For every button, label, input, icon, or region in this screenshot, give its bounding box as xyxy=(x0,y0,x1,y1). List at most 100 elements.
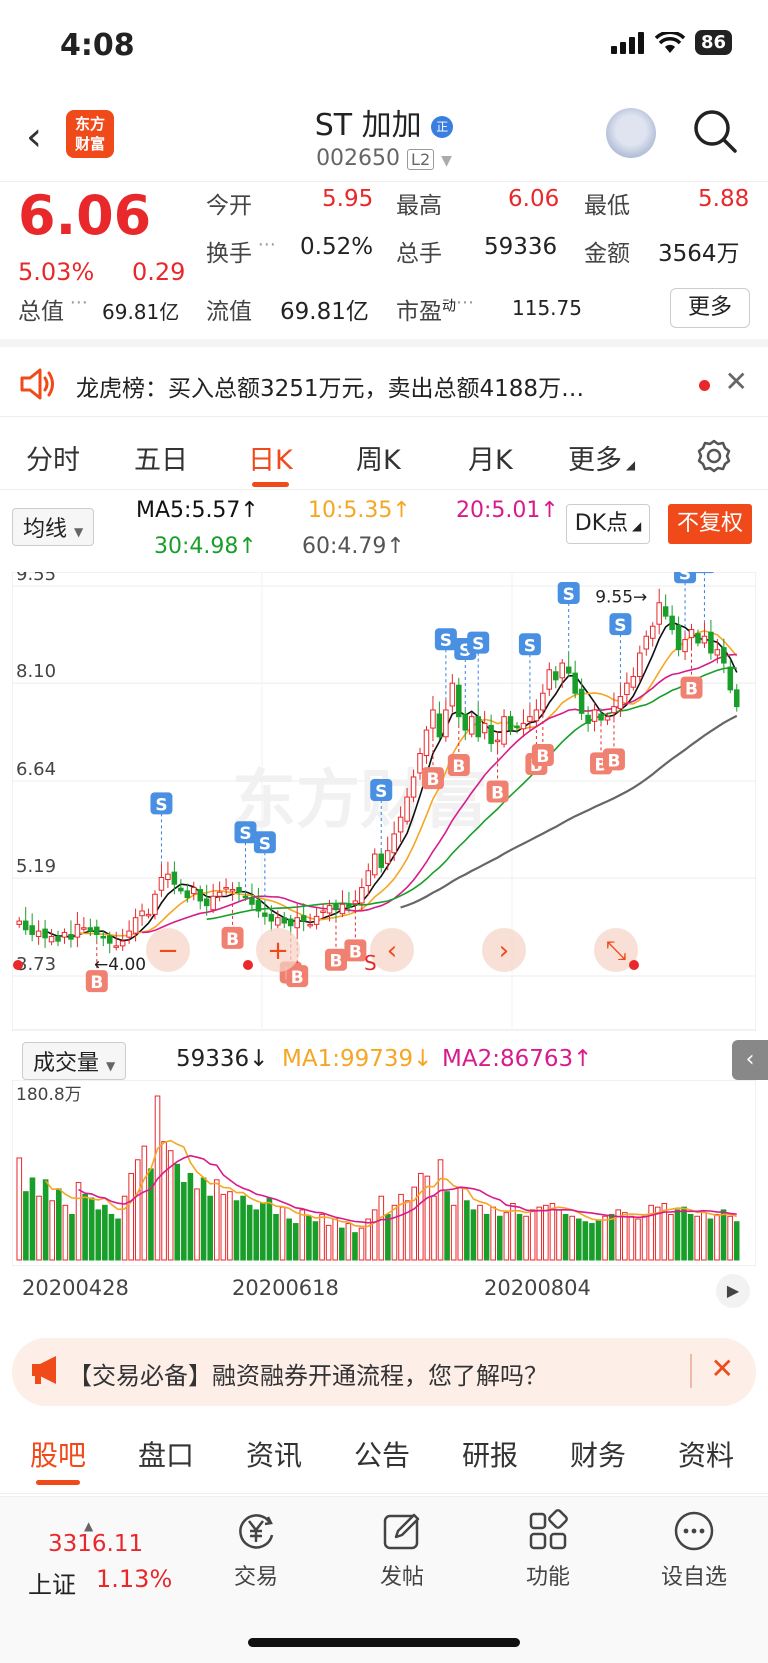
volume-bar xyxy=(714,1213,720,1261)
candle-body xyxy=(48,935,55,943)
candle-body xyxy=(203,898,210,907)
assistant-avatar-icon[interactable] xyxy=(606,108,656,158)
candle-body xyxy=(675,625,682,651)
dk-points-button[interactable]: DK点 ◢ xyxy=(566,504,650,544)
signal-B-label: B xyxy=(90,973,103,993)
candle-body xyxy=(617,696,624,710)
tab-finance[interactable]: 财务 xyxy=(570,1434,626,1474)
signal-B-label: B xyxy=(349,942,362,962)
tab-guba[interactable]: 股吧 xyxy=(30,1434,86,1485)
candle-body xyxy=(171,871,178,885)
pe-label[interactable]: 市盈动⋯ xyxy=(396,292,474,326)
adjustment-button[interactable]: 不复权 xyxy=(668,504,752,544)
turnover-label[interactable]: 换手 ⋯ xyxy=(206,234,276,268)
tab-news[interactable]: 资讯 xyxy=(246,1434,302,1474)
volume-bar xyxy=(213,1179,220,1261)
volume-bar xyxy=(444,1191,450,1261)
tab-fenshi[interactable]: 分时 xyxy=(26,438,80,477)
candle-body xyxy=(404,796,410,822)
add-watchlist-button[interactable]: 设自选 xyxy=(646,1507,742,1591)
candle-body xyxy=(287,918,294,927)
collapse-panel-icon[interactable]: ‹ xyxy=(732,1040,768,1080)
volume-ma1: MA1:99739↓ xyxy=(282,1046,433,1072)
candle-body xyxy=(649,625,656,639)
float-value: 69.81亿 xyxy=(280,299,369,325)
volume-bar xyxy=(253,1209,260,1261)
volume-bar xyxy=(29,1177,36,1261)
candle-body xyxy=(223,887,229,890)
candle-body xyxy=(372,853,378,876)
candle-body xyxy=(553,671,559,681)
tab-weekly-k[interactable]: 周K xyxy=(356,438,401,477)
volume-bar xyxy=(128,1172,134,1261)
volume-bar xyxy=(23,1191,29,1261)
tab-pankou[interactable]: 盘口 xyxy=(138,1434,194,1474)
indicator-select[interactable]: 均线 ▼ xyxy=(12,508,95,546)
search-icon[interactable] xyxy=(690,106,740,156)
trade-button[interactable]: 交易 xyxy=(208,1507,304,1591)
promo-banner[interactable]: 【交易必备】融资融券开通流程，您了解吗？ ✕ xyxy=(12,1338,756,1406)
candle-body xyxy=(242,895,249,899)
volume-bar xyxy=(641,1215,648,1261)
stock-code[interactable]: 002650 L2 ▼ xyxy=(0,146,768,171)
tab-monthly-k[interactable]: 月K xyxy=(468,438,513,477)
next-icon-glyph: › xyxy=(499,936,509,966)
index-name: 上证 xyxy=(28,1571,76,1599)
candle-body xyxy=(391,833,397,854)
gear-icon[interactable] xyxy=(696,438,732,474)
tab-wuri[interactable]: 五日 xyxy=(134,438,188,477)
volume-bar xyxy=(352,1232,358,1261)
level2-badge: L2 xyxy=(407,149,435,170)
more-quote-button[interactable]: 更多 xyxy=(670,288,750,328)
tab-daily-k[interactable]: 日K xyxy=(248,438,293,487)
volume-indicator-select[interactable]: 成交量 ▼ xyxy=(22,1042,127,1080)
candle-body xyxy=(145,913,152,917)
candle-body xyxy=(462,714,469,731)
volume-bar xyxy=(16,1157,23,1261)
candle-body xyxy=(572,672,578,694)
tab-more[interactable]: 更多 ◢ xyxy=(568,438,635,477)
close-icon[interactable]: ✕ xyxy=(725,365,748,398)
y-tick-label: 8.10 xyxy=(16,661,56,682)
volume-bar xyxy=(694,1215,701,1261)
volume-bar xyxy=(404,1200,411,1261)
volume-bar xyxy=(457,1186,464,1261)
volume-bar xyxy=(635,1218,641,1261)
features-button[interactable]: 功能 xyxy=(500,1507,596,1591)
close-icon[interactable]: ✕ xyxy=(711,1352,734,1385)
volume-bar xyxy=(628,1215,635,1261)
volume-bar xyxy=(88,1197,95,1261)
candle-body xyxy=(184,890,191,899)
candle-body xyxy=(507,716,514,731)
tab-profile[interactable]: 资料 xyxy=(678,1434,734,1474)
volume-bar xyxy=(391,1204,398,1261)
dragon-tiger-notice[interactable]: 龙虎榜：买入总额3251万元，卖出总额4188万… ✕ xyxy=(0,355,768,417)
kline-chart[interactable]: 9.558.106.645.193.73东方财富SSSSSSSSSSSSBBBB… xyxy=(12,572,756,1038)
candle-body xyxy=(578,688,585,714)
volume-chart[interactable]: 180.8万 xyxy=(12,1080,756,1266)
y-tick-label: 5.19 xyxy=(16,856,56,877)
candle-body xyxy=(268,913,275,922)
candle-body xyxy=(106,935,113,944)
candle-body xyxy=(294,917,300,929)
volume-bar xyxy=(240,1195,246,1261)
candle-body xyxy=(662,606,669,617)
post-button[interactable]: 发帖 xyxy=(354,1507,450,1591)
volume-bar xyxy=(220,1193,227,1261)
candle-body xyxy=(604,716,611,721)
tab-research[interactable]: 研报 xyxy=(462,1434,518,1474)
signal-B-label: B xyxy=(607,751,620,771)
volume-bar xyxy=(148,1168,154,1261)
candle-body xyxy=(191,887,197,895)
tab-announcements[interactable]: 公告 xyxy=(354,1434,410,1474)
candle-body xyxy=(333,903,339,911)
volume-bar xyxy=(233,1200,240,1261)
mktcap-label[interactable]: 总值 ⋯ xyxy=(18,292,88,326)
signal-B-label: B xyxy=(426,770,439,790)
play-icon[interactable]: ▶ xyxy=(716,1274,750,1308)
candle-body xyxy=(281,917,288,924)
ma5-label: MA5:5.57↑ xyxy=(136,498,259,523)
stock-header: ‹ 东方 财富 ST 加加 正 002650 L2 ▼ xyxy=(0,90,768,182)
volume-bar xyxy=(279,1206,286,1261)
volume-bar xyxy=(582,1221,589,1261)
